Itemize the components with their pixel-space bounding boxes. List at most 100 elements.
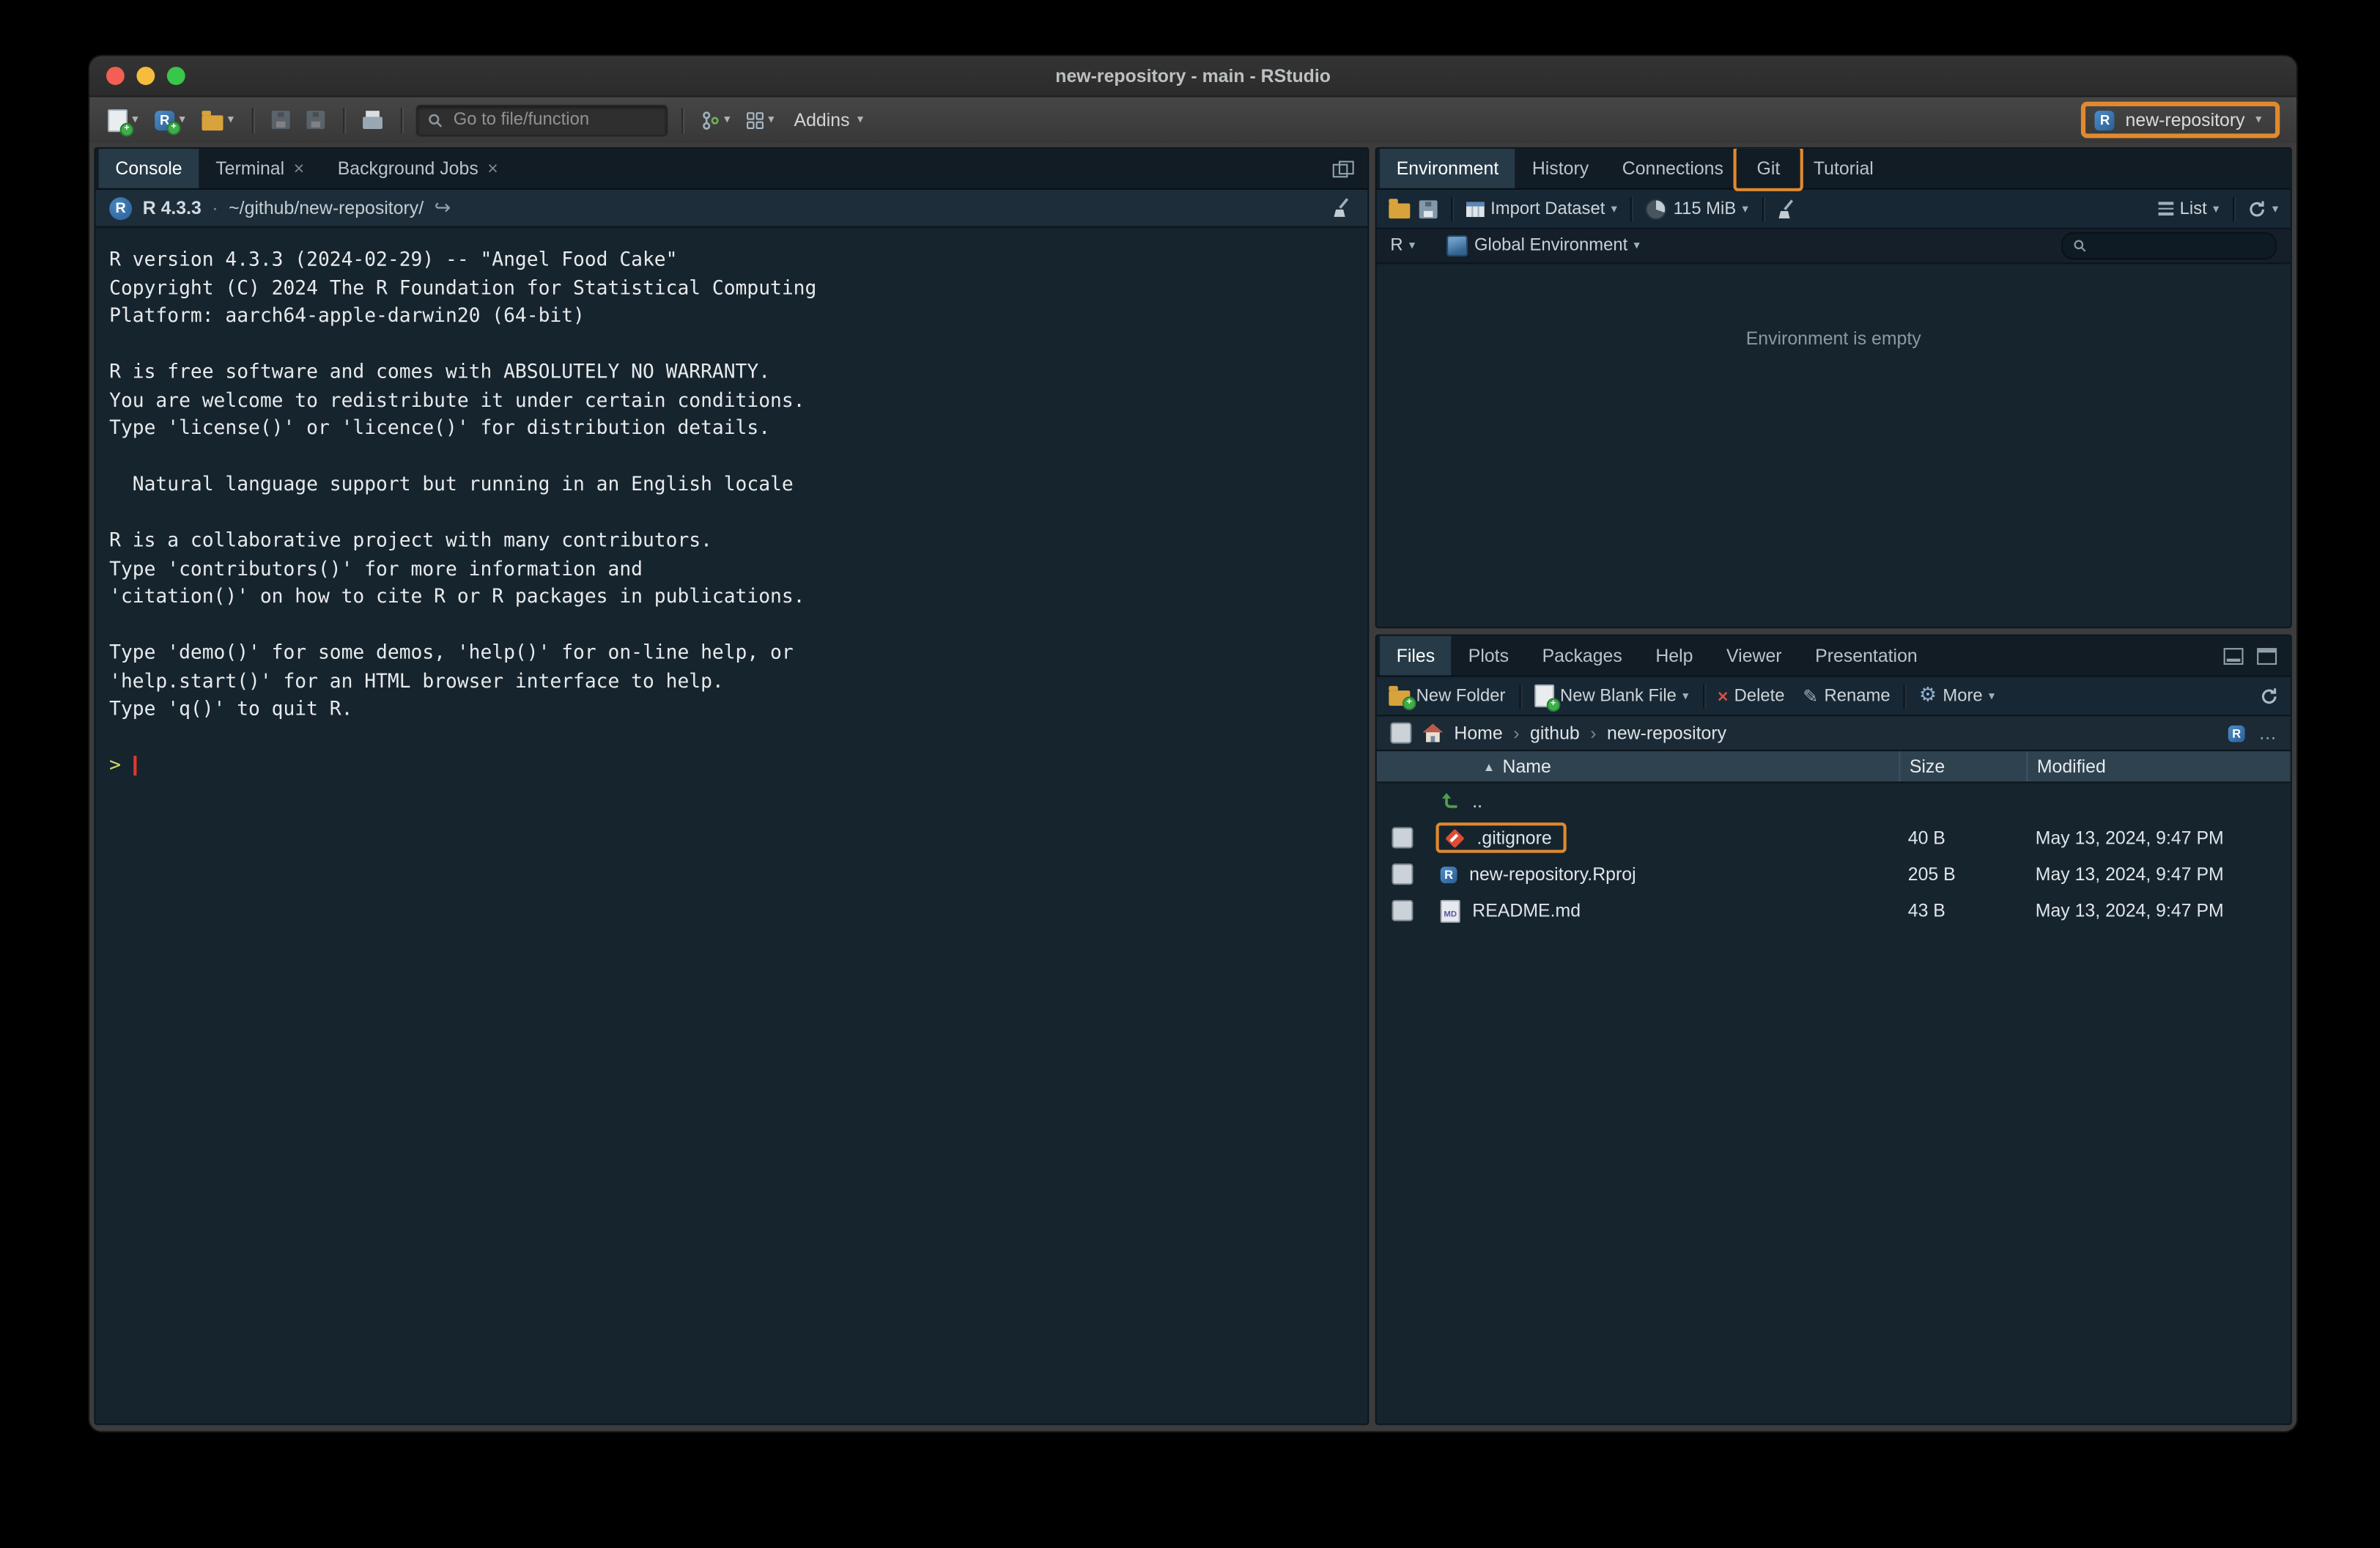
print-button[interactable] xyxy=(358,108,387,132)
table-row[interactable]: .gitignore 40 B May 13, 2024, 9:47 PM xyxy=(1377,819,2291,856)
close-tab-icon[interactable]: × xyxy=(487,158,498,179)
new-blank-file-button[interactable]: + New Blank File ▾ xyxy=(1534,685,1689,707)
project-selector-button[interactable]: R new-repository ▾ xyxy=(2081,102,2280,139)
tab-packages[interactable]: Packages xyxy=(1526,636,1639,676)
tab-tutorial[interactable]: Tutorial xyxy=(1797,149,1891,188)
memory-usage-button[interactable]: 115 MiB ▾ xyxy=(1646,198,1748,219)
language-label: R xyxy=(1390,237,1402,255)
more-columns-icon[interactable]: … xyxy=(2258,723,2277,744)
console-output[interactable]: R version 4.3.3 (2024-02-29) -- "Angel F… xyxy=(95,228,1367,1424)
toolbar-separator xyxy=(1904,684,1905,708)
minimize-pane-icon[interactable] xyxy=(2224,647,2244,664)
close-tab-icon[interactable]: × xyxy=(294,158,305,179)
chevron-down-icon: ▾ xyxy=(2213,202,2219,215)
file-name[interactable]: .gitignore xyxy=(1477,827,1551,848)
table-row[interactable]: R new-repository.Rproj 205 B May 13, 202… xyxy=(1377,856,2291,893)
tab-environment[interactable]: Environment xyxy=(1380,149,1515,188)
console-line: Natural language support but running in … xyxy=(109,471,1367,498)
tab-help[interactable]: Help xyxy=(1639,636,1710,676)
tab-git[interactable]: Git xyxy=(1740,149,1797,188)
refresh-files-button[interactable] xyxy=(2260,687,2278,705)
goto-directory-icon[interactable]: ↪ xyxy=(435,196,451,220)
tab-files[interactable]: Files xyxy=(1380,636,1452,676)
save-workspace-button[interactable] xyxy=(1419,199,1438,218)
refresh-environment-button[interactable]: ▾ xyxy=(2248,199,2278,218)
rstudio-window: new-repository - main - RStudio + ▾ R+ ▾… xyxy=(88,55,2298,1433)
maximize-pane-icon[interactable] xyxy=(2257,647,2277,664)
desktop: new-repository - main - RStudio + ▾ R+ ▾… xyxy=(0,0,2380,1548)
select-all-checkbox[interactable] xyxy=(1390,723,1411,744)
tab-terminal[interactable]: Terminal × xyxy=(199,149,320,188)
tab-label: Viewer xyxy=(1726,645,1782,666)
file-name[interactable]: new-repository.Rproj xyxy=(1469,863,1636,885)
file-name[interactable]: .. xyxy=(1472,791,1482,812)
markdown-file-icon: MD xyxy=(1441,899,1460,922)
table-row[interactable]: MD README.md 43 B May 13, 2024, 9:47 PM xyxy=(1377,893,2291,929)
environment-search-box[interactable] xyxy=(2061,232,2277,259)
new-project-button[interactable]: R+ ▾ xyxy=(150,107,190,133)
r-project-icon[interactable]: R xyxy=(2228,725,2245,742)
new-folder-button[interactable]: + New Folder xyxy=(1389,686,1505,706)
window-title: new-repository - main - RStudio xyxy=(1055,65,1331,86)
environment-body: Environment is empty xyxy=(1377,264,2291,627)
minimize-window-button[interactable] xyxy=(136,67,155,85)
chevron-down-icon: ▾ xyxy=(1634,240,1640,252)
addins-button[interactable]: Addins ▾ xyxy=(786,106,871,133)
memory-gauge-icon xyxy=(1646,198,1667,219)
tab-history[interactable]: History xyxy=(1515,149,1605,188)
console-line: Type 'q()' to quit R. xyxy=(109,695,1367,723)
tab-connections[interactable]: Connections xyxy=(1605,149,1740,188)
save-all-button[interactable] xyxy=(302,108,329,132)
files-table-header: ▲ Name Size Modified xyxy=(1377,751,2291,783)
breadcrumb-github[interactable]: github xyxy=(1530,723,1580,744)
column-header-size[interactable]: Size xyxy=(1899,751,2035,781)
tab-background-jobs[interactable]: Background Jobs × xyxy=(321,149,515,188)
tab-presentation[interactable]: Presentation xyxy=(1798,636,1934,676)
rename-button[interactable]: ✎ Rename xyxy=(1803,687,1890,705)
tab-viewer[interactable]: Viewer xyxy=(1710,636,1798,676)
environment-search-input[interactable] xyxy=(2094,235,2265,257)
environment-selector[interactable]: Global Environment ▾ xyxy=(1447,235,1640,257)
goto-file-input[interactable] xyxy=(451,109,656,130)
clear-console-icon[interactable] xyxy=(1333,197,1354,218)
load-workspace-button[interactable] xyxy=(1389,199,1410,218)
zoom-window-button[interactable] xyxy=(167,67,185,85)
language-selector[interactable]: R ▾ xyxy=(1390,237,1415,255)
pane-area: Console Terminal × Background Jobs × xyxy=(89,143,2296,1431)
breadcrumb-home[interactable]: Home xyxy=(1454,723,1502,744)
list-view-button[interactable]: List ▾ xyxy=(2159,199,2220,218)
clear-environment-button[interactable] xyxy=(1777,198,1798,219)
delete-button[interactable]: × Delete xyxy=(1718,687,1785,705)
file-name[interactable]: README.md xyxy=(1472,900,1581,921)
file-checkbox[interactable] xyxy=(1392,863,1413,885)
memory-usage-label: 115 MiB xyxy=(1674,199,1737,218)
column-header-modified[interactable]: Modified xyxy=(2026,751,2290,781)
refresh-icon xyxy=(2260,687,2278,705)
file-checkbox[interactable] xyxy=(1392,900,1413,921)
import-dataset-button[interactable]: Import Dataset ▾ xyxy=(1466,199,1617,218)
version-control-button[interactable]: ▾ xyxy=(697,107,735,133)
new-file-button[interactable]: + ▾ xyxy=(103,106,143,134)
home-icon[interactable] xyxy=(1422,723,1444,743)
chevron-down-icon: ▾ xyxy=(228,114,234,126)
chevron-down-icon: ▾ xyxy=(1611,202,1617,215)
gear-icon: ⚙ xyxy=(1919,686,1937,706)
close-window-button[interactable] xyxy=(106,67,125,85)
console-line: Copyright (C) 2024 The R Foundation for … xyxy=(109,274,1367,302)
restore-panes-icon[interactable] xyxy=(1333,160,1354,177)
tab-console[interactable]: Console xyxy=(99,149,199,188)
tab-plots[interactable]: Plots xyxy=(1452,636,1526,676)
goto-file-search[interactable] xyxy=(416,104,668,136)
rename-icon: ✎ xyxy=(1803,687,1818,705)
file-checkbox[interactable] xyxy=(1392,827,1413,848)
table-row-up[interactable]: .. xyxy=(1377,783,2291,819)
breadcrumb-new-repository[interactable]: new-repository xyxy=(1607,723,1726,744)
more-button[interactable]: ⚙ More ▾ xyxy=(1919,686,1995,706)
console-prompt: > xyxy=(109,751,121,779)
pane-layout-button[interactable]: ▾ xyxy=(742,108,779,131)
column-label: Modified xyxy=(2037,756,2106,777)
open-file-button[interactable]: ▾ xyxy=(197,107,238,133)
save-button[interactable] xyxy=(267,108,295,132)
file-modified: May 13, 2024, 9:47 PM xyxy=(2036,827,2291,848)
column-header-name[interactable]: ▲ Name xyxy=(1428,756,1908,777)
